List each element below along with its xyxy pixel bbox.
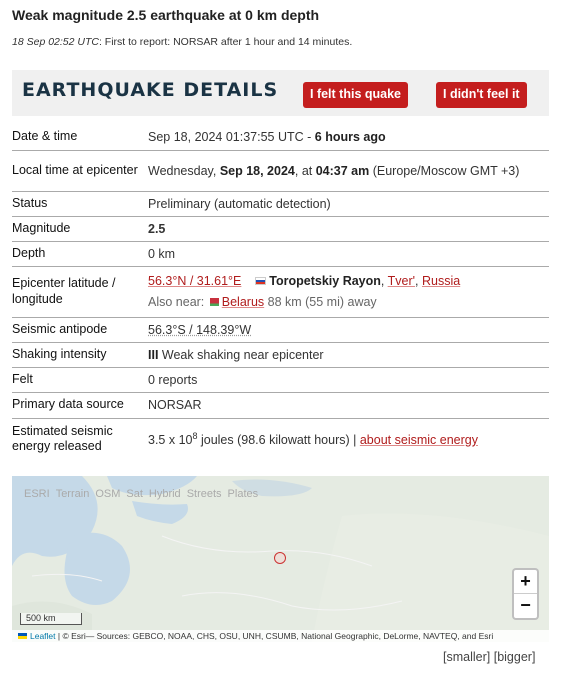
- bigger-link[interactable]: [bigger]: [494, 650, 536, 664]
- belarus-link[interactable]: Belarus: [222, 295, 264, 309]
- row-label: Epicenter latitude / longitude: [12, 266, 148, 318]
- row-depth: Depth 0 km: [12, 241, 549, 267]
- row-label: Magnitude: [12, 216, 148, 242]
- layer-streets[interactable]: Streets: [187, 488, 222, 500]
- attribution-text: | © Esri— Sources: GEBCO, NOAA, CHS, OSU…: [55, 631, 494, 641]
- row-label: Date & time: [12, 124, 148, 151]
- row-label: Shaking intensity: [12, 342, 148, 368]
- depth-value: 0 km: [148, 241, 549, 267]
- row-local-time: Local time at epicenter Wednesday, Sep 1…: [12, 150, 549, 192]
- not-felt-button[interactable]: I didn't feel it: [436, 82, 527, 108]
- seismic-energy-link[interactable]: about seismic energy: [360, 433, 478, 447]
- region-link[interactable]: Tver': [388, 274, 415, 288]
- district-name: Toropetskiy Rayon: [269, 273, 381, 288]
- row-value: Sep 18, 2024 01:37:55 UTC - 6 hours ago: [148, 124, 549, 151]
- intensity-desc: Weak shaking near epicenter: [158, 347, 324, 362]
- row-shaking: Shaking intensity III Weak shaking near …: [12, 342, 549, 368]
- layer-osm[interactable]: OSM: [95, 488, 120, 500]
- local-weekday: Wednesday,: [148, 163, 220, 178]
- also-near-distance: 88 km (55 mi) away: [264, 294, 377, 309]
- row-status: Status Preliminary (automatic detection): [12, 191, 549, 217]
- row-antipode: Seismic antipode 56.3°S / 148.39°W: [12, 317, 549, 343]
- row-magnitude: Magnitude 2.5: [12, 216, 549, 242]
- row-source: Primary data source NORSAR: [12, 392, 549, 419]
- leaflet-link[interactable]: Leaflet: [30, 631, 56, 641]
- also-near-label: Also near:: [148, 294, 205, 309]
- ukraine-flag-icon: [18, 633, 27, 639]
- row-value: III Weak shaking near epicenter: [148, 342, 549, 368]
- quake-marker-icon[interactable]: [274, 552, 286, 564]
- row-epicenter: Epicenter latitude / longitude 56.3°N / …: [12, 266, 549, 318]
- felt-quake-button[interactable]: I felt this quake: [303, 82, 408, 108]
- layer-hybrid[interactable]: Hybrid: [149, 488, 181, 500]
- local-date: Sep 18, 2024: [219, 163, 295, 178]
- belarus-flag-icon: [207, 298, 219, 307]
- time-ago: 6 hours ago: [314, 129, 386, 144]
- report-text: : First to report: NORSAR after 1 hour a…: [98, 36, 353, 48]
- details-header: EARTHQUAKE DETAILS I felt this quake I d…: [12, 70, 549, 116]
- details-title: EARTHQUAKE DETAILS: [22, 79, 279, 101]
- layer-plates[interactable]: Plates: [228, 488, 259, 500]
- zoom-control: + −: [512, 568, 539, 620]
- row-felt: Felt 0 reports: [12, 367, 549, 393]
- magnitude-value: 2.5: [148, 216, 549, 242]
- row-label: Status: [12, 191, 148, 217]
- map-attribution: Leaflet | © Esri— Sources: GEBCO, NOAA, …: [12, 630, 549, 642]
- layer-esri[interactable]: ESRI: [24, 488, 50, 500]
- row-label: Seismic antipode: [12, 317, 148, 343]
- local-timezone: (Europe/Moscow GMT +3): [369, 163, 520, 178]
- layer-terrain[interactable]: Terrain: [56, 488, 90, 500]
- status-value: Preliminary (automatic detection): [148, 191, 549, 217]
- row-label: Depth: [12, 241, 148, 267]
- source-value: NORSAR: [148, 392, 549, 419]
- row-datetime: Date & time Sep 18, 2024 01:37:55 UTC - …: [12, 124, 549, 151]
- local-mid: , at: [294, 163, 316, 178]
- row-value: 56.3°N / 31.61°E Toropetskiy Rayon, Tver…: [148, 266, 549, 318]
- details-table: Date & time Sep 18, 2024 01:37:55 UTC - …: [12, 124, 549, 460]
- row-value: Wednesday, Sep 18, 2024, at 04:37 am (Eu…: [148, 150, 549, 192]
- intensity-level: III: [148, 347, 159, 362]
- epicenter-map[interactable]: ESRI Terrain OSM Sat Hybrid Streets Plates + −…: [12, 476, 549, 642]
- row-label: Local time at epicenter: [12, 150, 148, 192]
- row-label: Estimated seismic energy released: [12, 423, 113, 454]
- page-headline: Weak magnitude 2.5 earthquake at 0 km de…: [12, 7, 320, 23]
- datetime-value: Sep 18, 2024 01:37:55 UTC -: [148, 129, 315, 144]
- row-label: Felt: [12, 367, 148, 393]
- energy-rest: joules (98.6 kilowatt hours) |: [197, 433, 360, 448]
- map-layer-switcher: ESRI Terrain OSM Sat Hybrid Streets Plates: [24, 488, 264, 500]
- energy-base: 3.5 x 10: [148, 433, 193, 448]
- zoom-out-button[interactable]: −: [514, 594, 537, 618]
- row-value: 3.5 x 108 joules (98.6 kilowatt hours) |…: [148, 418, 549, 460]
- antipode-value[interactable]: 56.3°S / 148.39°W: [148, 323, 251, 337]
- epicenter-coords-link[interactable]: 56.3°N / 31.61°E: [148, 274, 241, 288]
- row-value: 56.3°S / 148.39°W: [148, 317, 549, 343]
- zoom-in-button[interactable]: +: [514, 570, 537, 594]
- row-label: Primary data source: [12, 392, 148, 419]
- country-link[interactable]: Russia: [422, 274, 460, 288]
- layer-sat[interactable]: Sat: [126, 488, 143, 500]
- first-report-line: 18 Sep 02:52 UTC: First to report: NORSA…: [12, 36, 352, 48]
- smaller-link[interactable]: [smaller]: [443, 650, 490, 664]
- report-time: 18 Sep 02:52 UTC: [12, 36, 99, 48]
- local-time: 04:37 am: [315, 163, 370, 178]
- felt-value: 0 reports: [148, 367, 549, 393]
- map-size-links: [smaller] [bigger]: [443, 650, 535, 664]
- russia-flag-icon: [255, 277, 267, 286]
- map-scale: 500 km: [20, 613, 82, 625]
- separator: ,: [415, 273, 422, 288]
- row-energy: Estimated seismic energy released 3.5 x …: [12, 418, 549, 460]
